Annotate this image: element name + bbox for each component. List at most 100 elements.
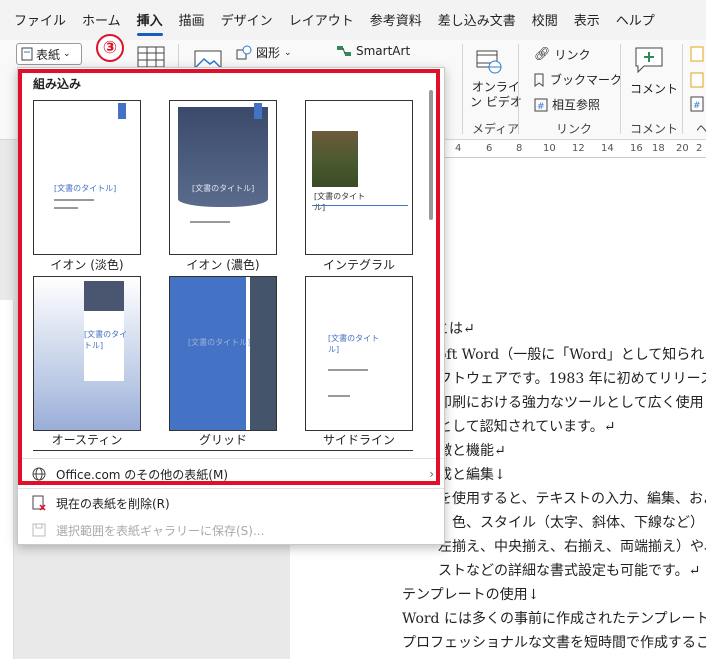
cover-dark-block (84, 281, 124, 311)
doc-line: として認知されています。↵ (438, 419, 616, 435)
cover-photo (312, 131, 358, 187)
section-header-builtin: 組み込み (33, 77, 82, 91)
svg-text:#: # (693, 101, 701, 111)
remove-cover-icon (32, 495, 46, 511)
ruler-number: 14 (601, 143, 614, 154)
cover-label-sideline: サイドライン (322, 433, 395, 447)
doc-line: 徴と機能↵ (438, 443, 506, 459)
crossref-button[interactable]: # 相互参照 (534, 96, 600, 113)
cover-title: [文書のタイトル] (328, 334, 380, 354)
smartart-icon (337, 46, 351, 56)
menu-review[interactable]: 校閲 (524, 0, 566, 40)
cover-accent-tab (118, 103, 126, 119)
doc-line: フトウェアです。1983 年に初めてリリース (438, 371, 706, 387)
chevron-down-icon: ⌄ (63, 49, 71, 59)
link-icon: 🔗︎ (534, 47, 551, 62)
menu-file[interactable]: ファイル (6, 0, 74, 40)
ruler-number: 4 (455, 143, 462, 154)
cover-grid[interactable]: [文書のタイトル] (169, 276, 277, 431)
remove-cover-label: 現在の表紙を削除(R) (56, 496, 170, 511)
table-icon[interactable] (137, 46, 165, 68)
cover-sideline[interactable]: [文書のタイトル] (305, 276, 413, 431)
cover-ion-light[interactable]: [文書のタイトル] (33, 100, 141, 255)
group-media-label: メディア (472, 122, 520, 136)
header-icon[interactable] (690, 46, 704, 62)
cover-ion-dark[interactable]: [文書のタイトル] (169, 100, 277, 255)
cover-author-line (54, 207, 78, 209)
cover-page-button[interactable]: 表紙 ⌄ (16, 43, 82, 65)
crossref-icon: # (534, 98, 548, 112)
chevron-right-icon: › (429, 467, 434, 481)
cover-side-panel (250, 277, 276, 430)
step-number-badge: ③ (96, 34, 124, 62)
doc-line: プロフェッショナルな文書を短時間で作成するこ (402, 635, 706, 651)
save-selection-label: 選択範囲を表紙ギャラリーに保存(S)... (56, 523, 265, 538)
menu-design[interactable]: デザイン (213, 0, 281, 40)
bookmark-icon (534, 73, 544, 87)
chevron-down-icon: ⌄ (284, 47, 292, 58)
cover-label-grid: グリッド (198, 433, 247, 447)
cover-label-austin: オースティン (51, 433, 123, 447)
menu-home[interactable]: ホーム (74, 0, 129, 40)
cover-label-ion-light: イオン (淡色) (50, 258, 124, 272)
group-headerfooter-label: ヘ (696, 122, 706, 136)
menu-view[interactable]: 表示 (566, 0, 608, 40)
doc-line: oft Word（一般に「Word」として知られる (438, 347, 706, 363)
cover-page-dropdown: 組み込み [文書のタイトル] イオン (淡色) [文書のタイトル] イオン (濃… (17, 67, 445, 545)
page-number-icon[interactable]: # (690, 96, 704, 112)
menu-insert[interactable]: 挿入 (129, 0, 171, 40)
remove-cover-item[interactable]: 現在の表紙を削除(R) (18, 490, 444, 516)
online-video-icon[interactable] (476, 48, 502, 74)
cover-integral[interactable]: [文書のタイトル] (305, 100, 413, 255)
shapes-button[interactable]: 図形 ⌄ (236, 44, 292, 61)
cover-author-line (328, 395, 350, 397)
cover-rule (312, 205, 408, 206)
cover-blue-panel (170, 277, 246, 430)
ruler-number: 12 (572, 143, 585, 154)
cover-label-ion-dark: イオン (濃色) (186, 258, 260, 272)
bookmark-button[interactable]: ブックマーク (534, 71, 622, 88)
online-video-label: オンライ ン ビデオ (470, 80, 522, 109)
cover-austin[interactable]: [文書のタイトル] (33, 276, 141, 431)
save-selection-item: 選択範囲を表紙ギャラリーに保存(S)... (18, 517, 444, 543)
globe-icon (32, 467, 46, 481)
svg-text:#: # (537, 102, 545, 112)
doc-line: 印刷における強力なツールとして広く使用 (438, 395, 704, 411)
footer-icon[interactable] (690, 72, 704, 88)
cover-page-label: 表紙 (36, 47, 61, 62)
scrollbar-thumb[interactable] (429, 90, 433, 220)
ruler-number: 20 (676, 143, 689, 154)
gallery-scrollbar[interactable] (428, 80, 434, 460)
menu-layout[interactable]: レイアウト (281, 0, 362, 40)
cover-subtitle-line (190, 221, 230, 223)
comment-icon[interactable] (634, 46, 664, 74)
smartart-button[interactable]: SmartArt (336, 44, 410, 58)
cover-subtitle-line (328, 369, 368, 371)
cover-accent-tab (254, 103, 262, 119)
menu-references[interactable]: 参考資料 (362, 0, 430, 40)
cover-label-integral: インテグラル (322, 258, 395, 272)
doc-line: を使用すると、テキストの入力、編集、およ (438, 491, 706, 507)
doc-line: Word には多くの事前に作成されたテンプレート (402, 611, 706, 627)
doc-line: テンプレートの使用↓ (402, 587, 540, 603)
link-button[interactable]: 🔗︎ リンク (534, 46, 591, 63)
menu-draw[interactable]: 描画 (171, 0, 213, 40)
shapes-label: 図形 (256, 46, 281, 60)
cover-subtitle-line (54, 199, 94, 201)
gallery-row-peek (33, 450, 413, 458)
menu-mailings[interactable]: 差し込み文書 (430, 0, 524, 40)
shapes-icon (236, 45, 252, 59)
vertical-ruler (0, 300, 14, 659)
ruler-number: 10 (543, 143, 556, 154)
more-covers-item[interactable]: Office.com のその他の表紙(M) › (18, 461, 444, 487)
cover-title: [文書のタイトル] (54, 184, 117, 193)
smartart-label: SmartArt (356, 44, 411, 58)
more-covers-label: Office.com のその他の表紙(M) (56, 467, 229, 482)
cover-page-icon (21, 47, 33, 61)
menu-help[interactable]: ヘルプ (608, 0, 663, 40)
group-link-label: リンク (556, 122, 593, 136)
group-comment-label: コメント (630, 122, 679, 136)
doc-line: 、色、スタイル（太字、斜体、下線など） (438, 515, 704, 531)
ruler-number: 18 (652, 143, 665, 154)
doc-line: ストなどの詳細な書式設定も可能です。↵ (438, 563, 701, 579)
